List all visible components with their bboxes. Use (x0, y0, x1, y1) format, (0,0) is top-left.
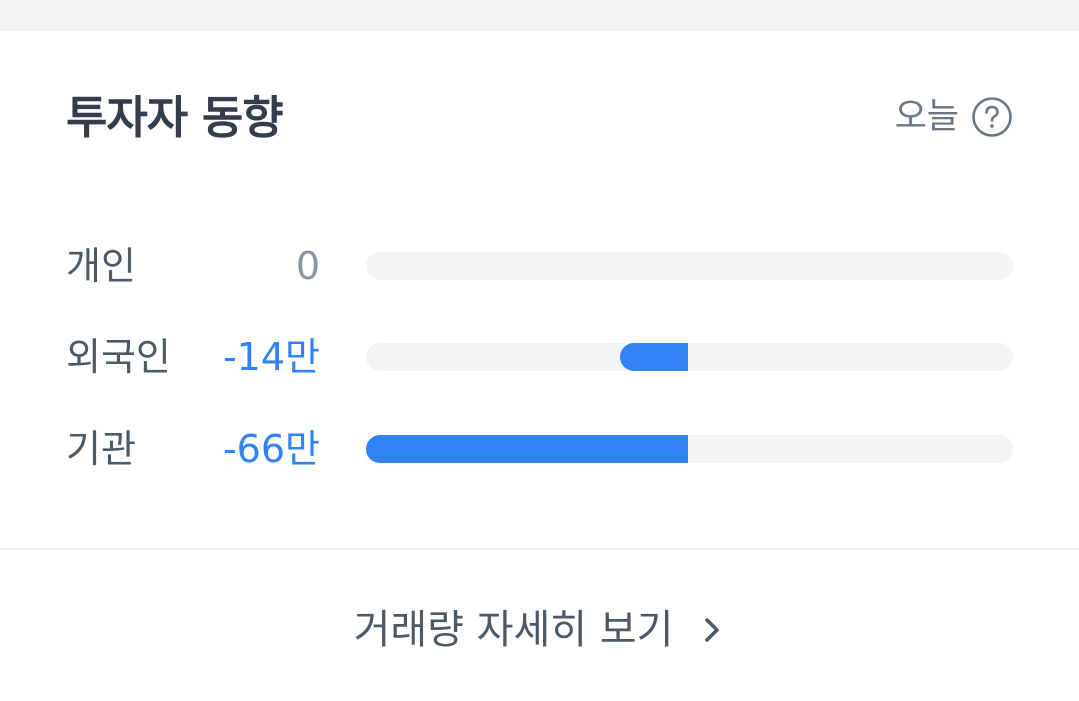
net-flow-bar-fill (620, 343, 688, 371)
investor-row-foreign: 외국인 -14만 (66, 327, 1013, 387)
investor-net-value: 0 (295, 244, 320, 288)
net-flow-bar-track (366, 252, 1013, 280)
investor-label: 기관 (66, 427, 136, 471)
question-circle-icon[interactable] (971, 96, 1013, 138)
investor-net-value: -14만 (222, 335, 320, 379)
period-selector[interactable]: 오늘 (895, 92, 1013, 142)
investor-net-value: -66만 (222, 427, 320, 471)
chevron-right-icon (705, 618, 720, 642)
investor-row-individual: 개인 0 (66, 236, 1013, 296)
section-divider (0, 548, 1079, 550)
view-volume-details-button[interactable]: 거래량 자세히 보기 (0, 590, 1079, 670)
net-flow-bar-track (366, 343, 1013, 371)
investor-label: 개인 (66, 244, 136, 288)
card-title: 투자자 동향 (66, 91, 284, 144)
investor-label: 외국인 (66, 335, 171, 379)
period-label: 오늘 (894, 97, 959, 137)
page-background-strip (0, 0, 1079, 31)
investor-row-institution: 기관 -66만 (66, 419, 1013, 479)
net-flow-bar-fill (366, 435, 688, 463)
net-flow-bar-track (366, 435, 1013, 463)
view-volume-details-label: 거래량 자세히 보기 (353, 607, 674, 653)
